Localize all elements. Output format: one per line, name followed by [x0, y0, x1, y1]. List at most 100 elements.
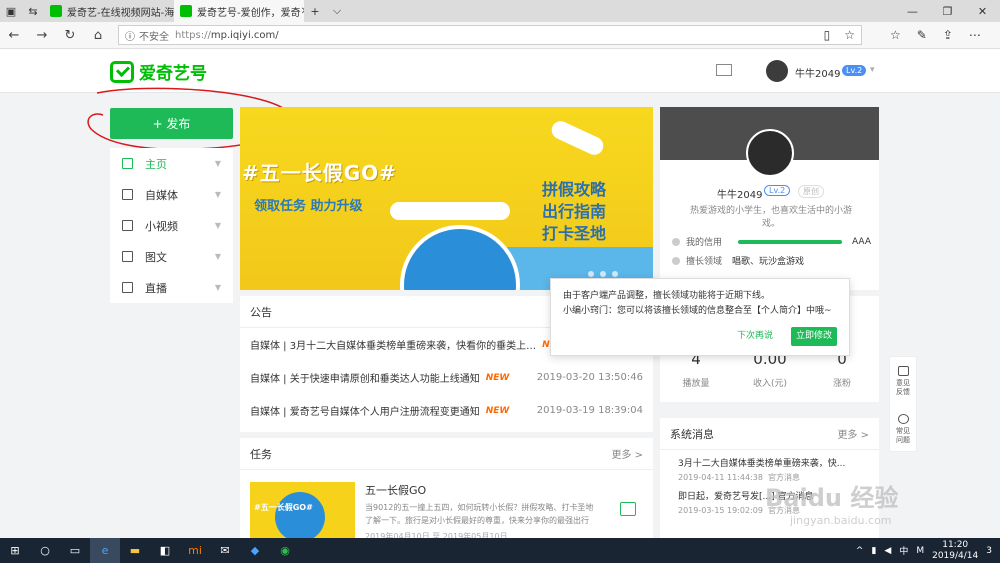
- notification-icon[interactable]: 3: [986, 546, 992, 556]
- start-icon[interactable]: ⊞: [0, 538, 30, 563]
- credit-row: 我的信用 AAA: [672, 235, 871, 248]
- airplane-illustration: [390, 202, 510, 220]
- search-icon[interactable]: ○: [30, 538, 60, 563]
- original-badge: 原创: [798, 185, 824, 198]
- clock[interactable]: 11:20 2019/4/14: [932, 540, 978, 562]
- forward-icon[interactable]: →: [28, 28, 56, 43]
- ime-mode[interactable]: M: [916, 546, 924, 556]
- favorite-star-icon[interactable]: ☆: [844, 28, 855, 42]
- windows-taskbar: ⊞ ○ ▭ e ▬ ◧ mi ✉ ◆ ◉ ^ ▮ ◀ 中 M 11:20 2019…: [0, 538, 1000, 563]
- sidebar-item-shortvideo[interactable]: 小视频 ▼: [110, 210, 233, 241]
- level-badge: Lv.2: [842, 65, 867, 76]
- info-icon[interactable]: ⓘ: [125, 28, 135, 43]
- new-tab-button[interactable]: +: [304, 0, 326, 22]
- chevron-down-icon[interactable]: ▾: [870, 65, 875, 75]
- mi-icon[interactable]: mi: [180, 538, 210, 563]
- profile-bio: 热爱游戏的小学生，也喜欢生活中的小游戏。: [689, 206, 852, 229]
- reading-view-icon[interactable]: ▯: [824, 28, 831, 42]
- announcement-row[interactable]: 自媒体 | 关于快速申请原创和垂类达人功能上线通知 NEW 2019-03-20 1…: [240, 361, 653, 394]
- task-view-icon[interactable]: ▭: [60, 538, 90, 563]
- later-button[interactable]: 下次再说: [737, 329, 773, 344]
- sidebar-nav: 主页 ▼ 自媒体 ▼ 小视频 ▼ 图文 ▼ 直播 ▼: [110, 148, 233, 303]
- close-window-icon[interactable]: ✕: [965, 0, 1000, 22]
- tray-expand-icon[interactable]: ^: [856, 546, 864, 556]
- chevron-down-icon: ▼: [214, 252, 221, 261]
- banner-subtitle: 领取任务 助力升级: [254, 199, 363, 214]
- edge-icon[interactable]: e: [90, 538, 120, 563]
- chevron-down-icon: ▼: [214, 159, 221, 168]
- more-link[interactable]: 更多 >: [611, 446, 643, 461]
- baidu-watermark: Baidu 经验: [765, 484, 899, 512]
- tab-menu-button[interactable]: ⌵: [326, 0, 348, 22]
- network-icon[interactable]: ▮: [871, 546, 876, 556]
- refresh-icon[interactable]: ↻: [56, 28, 84, 43]
- browser-tab-active[interactable]: 爱奇艺号-爱创作，爱奇 ✕: [174, 0, 304, 22]
- banner-headline: #五一长假GO#: [242, 161, 397, 185]
- faq-button[interactable]: 常见问题: [890, 405, 916, 453]
- store-icon[interactable]: ◧: [150, 538, 180, 563]
- carousel-dots[interactable]: [588, 271, 618, 277]
- iqiyi-favicon-icon: [50, 5, 62, 17]
- sidebar-item-home[interactable]: 主页 ▼: [110, 148, 233, 179]
- feedback-button[interactable]: 意见反馈: [890, 357, 916, 405]
- notice-popup: 由于客户端产品调整，擅长领域功能将于近期下线。 小编小窍门：您可以将该擅长领域的…: [550, 278, 850, 356]
- task-description: 当9012的五一撞上五四，如何玩转小长假？拼假攻略、打卡圣地了解一下。旅行是对小…: [365, 503, 594, 525]
- live-icon: [122, 282, 133, 293]
- ime-indicator[interactable]: 中: [899, 544, 908, 557]
- profile-name: 牛牛2049: [717, 190, 763, 201]
- wechat-icon[interactable]: ◉: [270, 538, 300, 563]
- announcement-row[interactable]: 自媒体 | 爱奇艺号自媒体个人用户注册流程变更通知 NEW 2019-03-19 1…: [240, 394, 653, 427]
- volume-icon[interactable]: ◀: [884, 546, 891, 556]
- chevron-down-icon: ▼: [214, 190, 221, 199]
- edit-now-button[interactable]: 立即修改: [791, 327, 838, 346]
- more-menu-icon[interactable]: ⋯: [969, 28, 981, 42]
- level-badge: Lv.2: [764, 185, 791, 196]
- feedback-icon: [897, 365, 909, 376]
- browser-tab[interactable]: 爱奇艺-在线视频网站-海量正: [44, 0, 174, 22]
- sidebar-item-live[interactable]: 直播 ▼: [110, 272, 233, 303]
- chevron-down-icon: ▼: [214, 221, 221, 230]
- header-username[interactable]: 牛牛2049: [795, 65, 840, 80]
- task-card: 任务 更多 > #五一长假GO# 五一长假GO 当9012的五一撞上五四，如何玩转…: [240, 438, 653, 542]
- sidebar-item-media[interactable]: 自媒体 ▼: [110, 179, 233, 210]
- favorites-hub-icon[interactable]: ☆: [890, 28, 901, 42]
- tab-title: 爱奇艺号-爱创作，爱奇: [197, 7, 301, 19]
- avatar[interactable]: [746, 129, 794, 177]
- watermark-url: jingyan.baidu.com: [790, 514, 892, 527]
- share-icon[interactable]: ⇪: [943, 28, 953, 42]
- mail-app-icon[interactable]: ✉: [210, 538, 240, 563]
- promo-banner[interactable]: #五一长假GO# 领取任务 助力升级 拼假攻略 出行指南 打卡圣地: [240, 107, 653, 290]
- card-title: 任务: [250, 447, 272, 461]
- url-input[interactable]: ⓘ 不安全 https://mp.iqiyi.com/ ▯ ☆: [118, 25, 862, 45]
- notes-icon[interactable]: ✎: [917, 28, 927, 42]
- back-icon[interactable]: ←: [0, 28, 28, 43]
- not-secure-label: 不安全: [139, 31, 169, 43]
- article-icon: [122, 251, 133, 262]
- sidebar-item-article[interactable]: 图文 ▼: [110, 241, 233, 272]
- video-icon: [122, 220, 133, 231]
- more-link[interactable]: 更多 >: [837, 426, 869, 441]
- credit-icon: [672, 237, 680, 246]
- tab-actions-icon[interactable]: ▣: [0, 0, 22, 22]
- field-row: 擅长领域 唱歌、玩沙盒游戏: [672, 254, 804, 267]
- mail-icon[interactable]: [716, 64, 732, 76]
- question-icon: [897, 413, 909, 424]
- browser-tab-bar: ▣ ⇆ 爱奇艺-在线视频网站-海量正 爱奇艺号-爱创作，爱奇 ✕ + ⌵ — ❐…: [0, 0, 1000, 22]
- media-icon: [122, 189, 133, 200]
- upload-icon[interactable]: [620, 502, 636, 516]
- app-icon[interactable]: ◆: [240, 538, 270, 563]
- banner-right-text: 拼假攻略 出行指南 打卡圣地: [542, 180, 607, 243]
- field-icon: [672, 256, 680, 265]
- maximize-icon[interactable]: ❐: [930, 0, 965, 22]
- iqiyi-logo[interactable]: 爱奇艺号: [110, 59, 207, 84]
- explorer-icon[interactable]: ▬: [120, 538, 150, 563]
- task-name[interactable]: 五一长假GO: [365, 482, 426, 498]
- credit-bar: [738, 239, 843, 244]
- card-title: 公告: [250, 305, 272, 319]
- tab-preview-icon[interactable]: ⇆: [22, 0, 44, 22]
- minimize-icon[interactable]: —: [895, 0, 930, 22]
- home-browser-icon[interactable]: ⌂: [84, 28, 112, 43]
- task-thumbnail[interactable]: #五一长假GO#: [250, 482, 355, 542]
- avatar[interactable]: [766, 60, 788, 82]
- chevron-down-icon: ▼: [214, 283, 221, 292]
